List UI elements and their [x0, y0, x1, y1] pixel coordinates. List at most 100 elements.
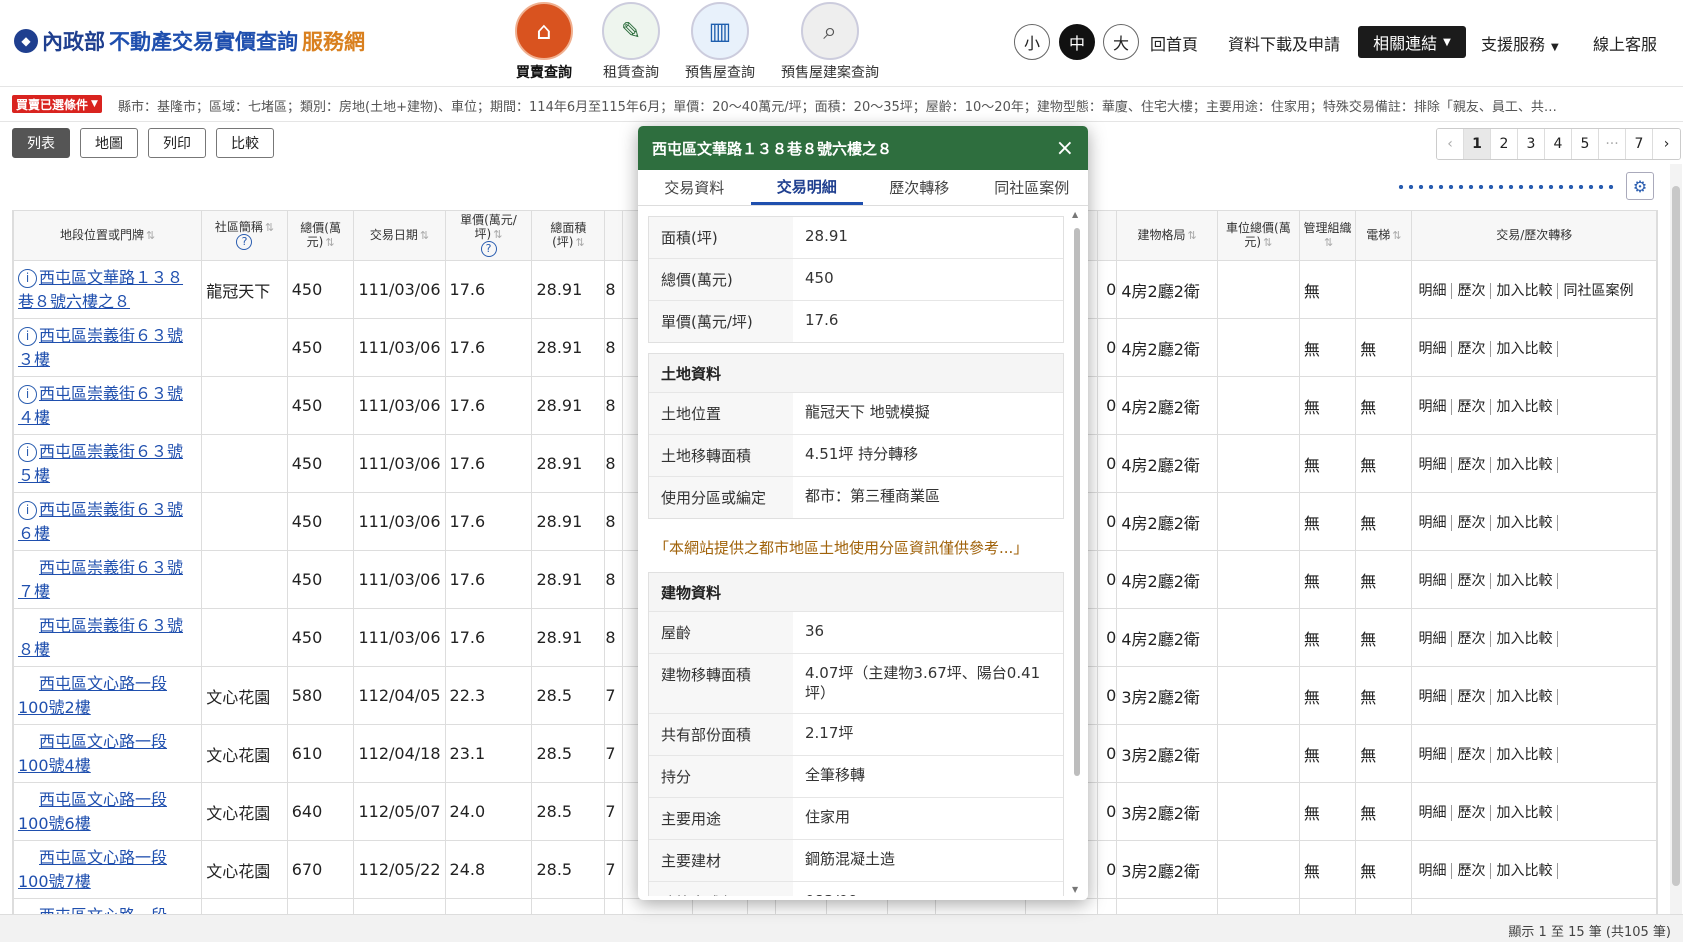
info-icon[interactable]: i — [18, 500, 37, 520]
address-link[interactable]: 西屯區文心路一段100號6樓 — [18, 790, 167, 833]
address-link[interactable]: 西屯區文心路一段100號4樓 — [18, 732, 167, 775]
col-address[interactable]: 地段位置或門牌 ⇅ — [13, 210, 203, 261]
page-button[interactable]: 3 — [1518, 129, 1545, 159]
add-compare-link[interactable]: 加入比較 — [1491, 688, 1559, 705]
detail-link[interactable]: 明細 — [1416, 398, 1453, 415]
address-link[interactable]: 西屯區崇義街６３號７樓 — [18, 558, 183, 601]
add-compare-link[interactable]: 加入比較 — [1491, 514, 1559, 531]
history-link[interactable]: 歷次 — [1452, 804, 1492, 821]
detail-link[interactable]: 明細 — [1416, 340, 1453, 357]
support-dropdown[interactable]: 支援服務 ▼ — [1481, 31, 1559, 55]
add-compare-link[interactable]: 加入比較 — [1491, 572, 1559, 589]
history-link[interactable]: 歷次 — [1452, 688, 1492, 705]
add-compare-link[interactable]: 加入比較 — [1491, 746, 1559, 763]
col-community[interactable]: 社區簡稱 ⇅? — [201, 210, 288, 261]
tab-transaction-data[interactable]: 交易資料 — [638, 170, 751, 205]
col-unit-price[interactable]: 單價(萬元/坪) ⇅? — [444, 210, 533, 261]
nav-sale-query[interactable]: ⌂ 買賣查詢 — [515, 2, 573, 82]
tab-transaction-detail[interactable]: 交易明細 — [750, 170, 863, 205]
site-logo[interactable]: ◆ 內政部 不動產交易實價查詢 服務網 — [14, 26, 365, 56]
detail-link[interactable]: 明細 — [1416, 630, 1453, 647]
info-icon[interactable]: i — [18, 384, 37, 404]
scroll-up-icon[interactable]: ▲ — [1072, 210, 1078, 219]
map-view-button[interactable]: 地圖 — [80, 128, 138, 158]
address-link[interactable]: 西屯區文心路一段100號7樓 — [18, 848, 167, 891]
scrollbar-thumb[interactable] — [1672, 186, 1680, 886]
history-link[interactable]: 歷次 — [1452, 572, 1492, 589]
address-link[interactable]: 西屯區崇義街６３號４樓 — [18, 384, 183, 427]
font-medium-button[interactable]: 中 — [1059, 24, 1095, 60]
online-service-link[interactable]: 線上客服 — [1593, 31, 1657, 55]
print-button[interactable]: 列印 — [148, 128, 206, 158]
info-icon[interactable]: i — [18, 442, 37, 462]
help-icon[interactable]: ? — [480, 240, 497, 257]
history-link[interactable]: 歷次 — [1452, 630, 1492, 647]
home-link[interactable]: 回首頁 — [1150, 31, 1198, 55]
col-layout[interactable]: 建物格局 ⇅ — [1116, 210, 1218, 261]
dialog-scrollbar[interactable]: ▲ ▼ — [1072, 210, 1082, 894]
page-button[interactable]: 2 — [1491, 129, 1518, 159]
info-icon[interactable]: i — [18, 326, 37, 346]
address-link[interactable]: 西屯區崇義街６３號５樓 — [18, 442, 183, 485]
add-compare-link[interactable]: 加入比較 — [1491, 630, 1559, 647]
history-link[interactable]: 歷次 — [1452, 282, 1492, 299]
col-total-price[interactable]: 總價(萬元) ⇅ — [286, 210, 355, 261]
gear-icon[interactable]: ⚙ — [1626, 172, 1654, 200]
page-button[interactable]: 7 — [1626, 129, 1653, 159]
add-compare-link[interactable]: 加入比較 — [1491, 862, 1559, 879]
detail-link[interactable]: 明細 — [1416, 456, 1453, 473]
address-link[interactable]: 西屯區文心路一段100 — [18, 906, 167, 915]
detail-link[interactable]: 明細 — [1416, 572, 1453, 589]
detail-link[interactable]: 明細 — [1416, 746, 1453, 763]
page-button[interactable]: 4 — [1545, 129, 1572, 159]
detail-link[interactable]: 明細 — [1416, 862, 1453, 879]
tab-same-community[interactable]: 同社區案例 — [976, 170, 1089, 205]
detail-link[interactable]: 明細 — [1416, 688, 1453, 705]
history-link[interactable]: 歷次 — [1452, 746, 1492, 763]
conditions-dropdown[interactable]: 買賣已選條件 ▼ — [12, 95, 102, 113]
download-link[interactable]: 資料下載及申請 — [1228, 31, 1340, 55]
list-view-button[interactable]: 列表 — [12, 128, 70, 158]
dialog-scrollbar-thumb[interactable] — [1074, 228, 1080, 776]
info-icon[interactable]: i — [18, 268, 37, 288]
col-management[interactable]: 管理組織⇅ — [1298, 210, 1357, 261]
page-button[interactable]: 5 — [1572, 129, 1599, 159]
page-scrollbar[interactable] — [1670, 164, 1682, 914]
help-icon[interactable]: ? — [236, 234, 253, 251]
col-parking-price[interactable]: 車位總價(萬元) ⇅ — [1216, 210, 1300, 261]
address-link[interactable]: 西屯區文華路１３８巷８號六樓之８ — [18, 268, 183, 311]
font-large-button[interactable]: 大 — [1103, 24, 1139, 60]
add-compare-link[interactable]: 加入比較 — [1491, 398, 1559, 415]
col-total-area[interactable]: 總面積(坪) ⇅ — [531, 210, 606, 261]
add-compare-link[interactable]: 加入比較 — [1491, 456, 1559, 473]
history-link[interactable]: 歷次 — [1452, 398, 1492, 415]
col-date[interactable]: 交易日期 ⇅ — [353, 210, 446, 261]
add-compare-link[interactable]: 加入比較 — [1491, 804, 1559, 821]
scroll-down-icon[interactable]: ▼ — [1072, 885, 1078, 894]
close-icon[interactable]: × — [1056, 136, 1074, 161]
next-page-button[interactable]: › — [1653, 129, 1680, 159]
add-compare-link[interactable]: 加入比較 — [1491, 282, 1559, 299]
col-elevator[interactable]: 電梯 ⇅ — [1355, 210, 1413, 261]
tab-transfer-history[interactable]: 歷次轉移 — [863, 170, 976, 205]
related-links-dropdown[interactable]: 相關連結 ▼ — [1358, 26, 1466, 58]
font-small-button[interactable]: 小 — [1014, 24, 1050, 60]
address-link[interactable]: 西屯區崇義街６３號３樓 — [18, 326, 183, 369]
nav-rent-query[interactable]: ✎ 租賃查詢 — [602, 2, 660, 82]
address-link[interactable]: 西屯區文心路一段100號2樓 — [18, 674, 167, 717]
history-link[interactable]: 歷次 — [1452, 514, 1492, 531]
compare-button[interactable]: 比較 — [216, 128, 274, 158]
prev-page-button[interactable]: ‹ — [1437, 129, 1464, 159]
history-link[interactable]: 歷次 — [1452, 862, 1492, 879]
same-community-link[interactable]: 同社區案例 — [1558, 283, 1638, 299]
nav-presale-project-query[interactable]: ⌕ 預售屋建案查詢 — [781, 2, 879, 82]
column-scroll-indicator[interactable] — [1396, 185, 1616, 189]
detail-link[interactable]: 明細 — [1416, 282, 1453, 299]
address-link[interactable]: 西屯區崇義街６３號６樓 — [18, 500, 183, 543]
detail-link[interactable]: 明細 — [1416, 804, 1453, 821]
add-compare-link[interactable]: 加入比較 — [1491, 340, 1559, 357]
detail-link[interactable]: 明細 — [1416, 514, 1453, 531]
history-link[interactable]: 歷次 — [1452, 340, 1492, 357]
history-link[interactable]: 歷次 — [1452, 456, 1492, 473]
address-link[interactable]: 西屯區崇義街６３號８樓 — [18, 616, 183, 659]
